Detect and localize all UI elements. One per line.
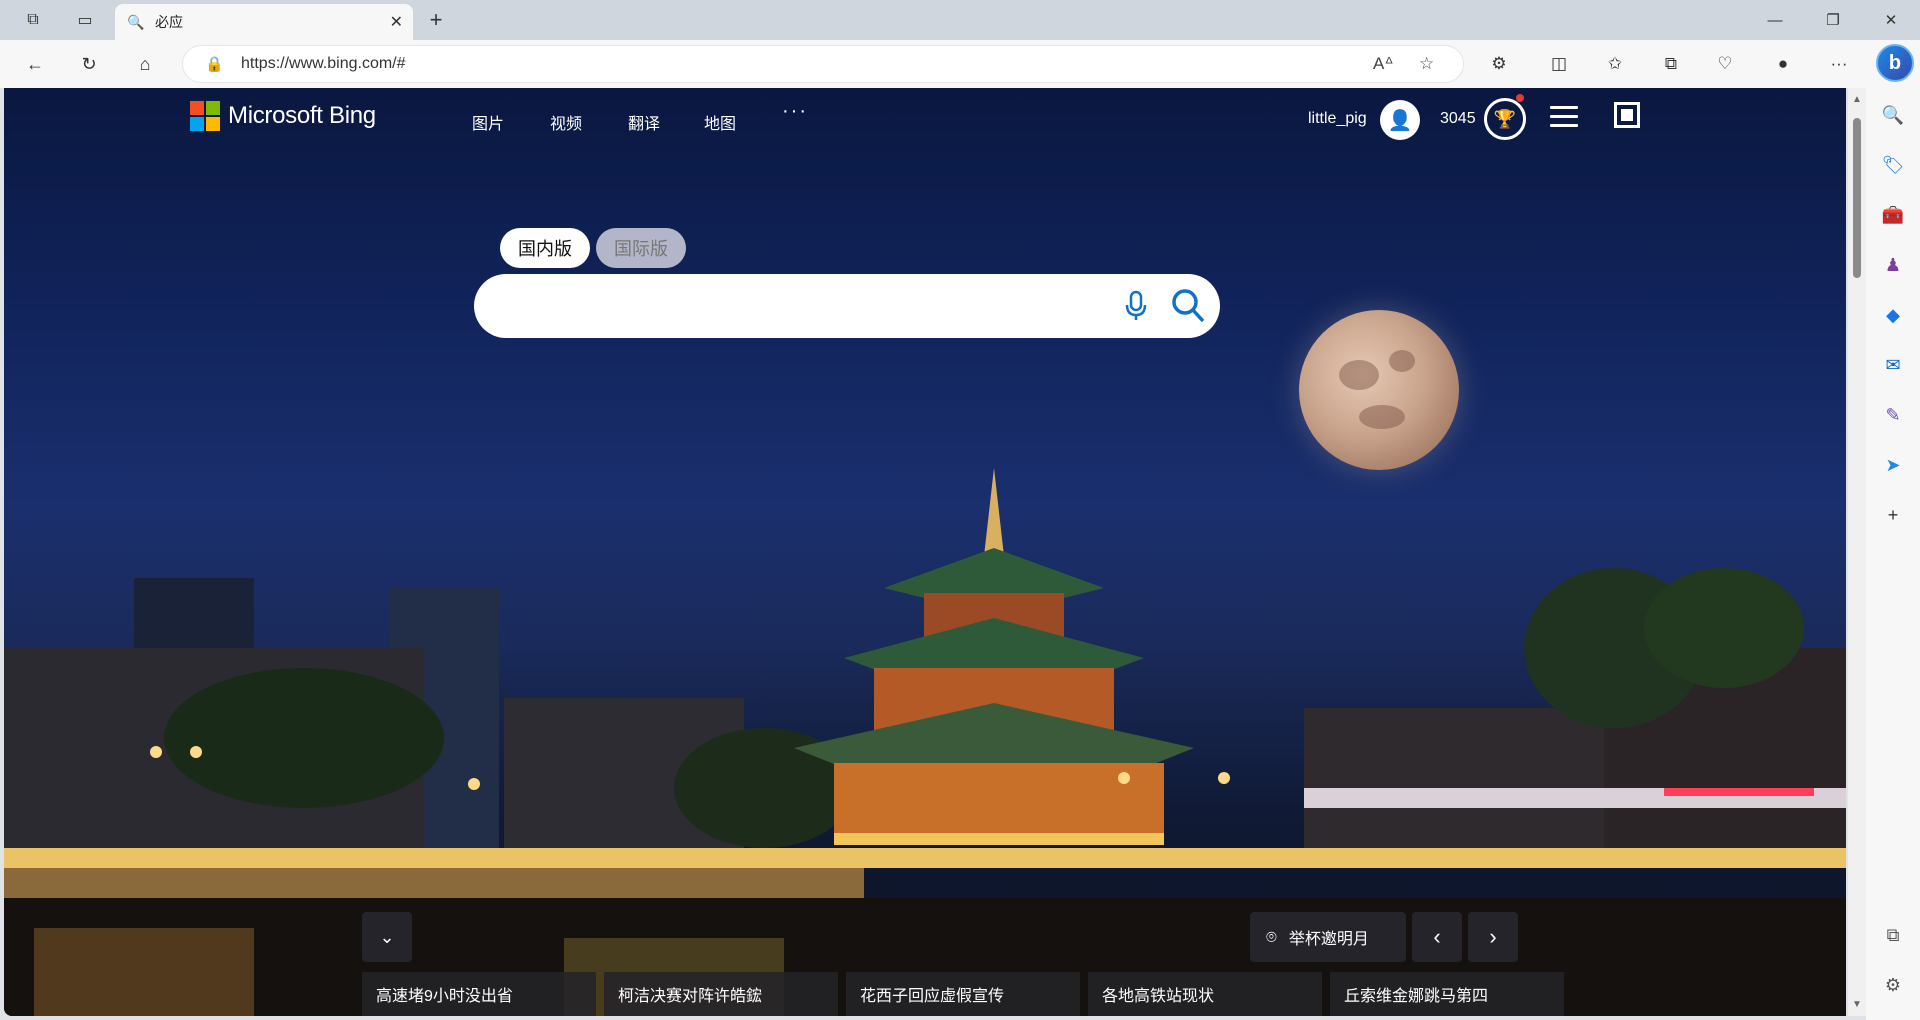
close-tab-icon[interactable]: ✕ [390,12,403,32]
search-icon[interactable] [1170,286,1206,326]
search-box[interactable] [474,274,1220,338]
news-item[interactable]: 高速堵9小时没出省 [362,972,596,1016]
nav-maps[interactable]: 地图 [704,110,736,134]
new-tab-button[interactable]: + [422,6,450,34]
location-pin-icon: ⌾ [1266,926,1277,947]
edge-sidebar: 🔍 🏷 🧰 ♟ ◆ ✉ ✎ ➤ + ⧉ ⚙ [1866,88,1920,1020]
previous-image-button[interactable]: ‹ [1412,912,1462,962]
hide-sidebar-icon[interactable]: ⧉ [1880,922,1906,948]
microphone-icon[interactable] [1124,290,1148,322]
full-moon [1299,310,1459,470]
copilot-icon[interactable]: b [1876,44,1914,82]
nav-images[interactable]: 图片 [472,110,504,134]
scroll-up-icon[interactable]: ▲ [1852,94,1862,105]
read-aloud-icon[interactable]: Aᐞ [1373,54,1394,74]
bing-search-icon: 🔍 [127,14,145,30]
refresh-icon[interactable]: ↻ [72,48,106,80]
workspaces-icon[interactable]: ⧉ [18,6,48,34]
split-screen-icon[interactable]: ◫ [1544,49,1574,79]
tab-bar: ⧉ ▭ 🔍 必应 ✕ + — ❐ ✕ [0,0,1920,40]
hamburger-menu-icon[interactable] [1550,106,1578,130]
version-tabs: 国内版 国际版 [500,228,692,268]
search-input[interactable] [498,288,1098,324]
username[interactable]: little_pig [1308,110,1367,128]
back-arrow-icon[interactable]: ← [18,48,52,80]
favorites-icon[interactable]: ✩ [1600,49,1630,79]
tools-briefcase-icon[interactable]: 🧰 [1880,202,1906,228]
shopping-tag-icon[interactable]: 🏷 [1880,152,1906,178]
close-window-button[interactable]: ✕ [1862,0,1920,40]
image-info-chip[interactable]: ⌾ 举杯邀明月 [1250,912,1406,962]
navigation-bar: ← ↻ ⌂ 🔒 https://www.bing.com/# Aᐞ ☆ ⚙ ◫ … [0,40,1920,88]
tab-title: 必应 [155,14,183,30]
scroll-down-icon[interactable]: ▼ [1852,999,1862,1010]
rewards-trophy-icon[interactable]: 🏆 [1484,98,1526,140]
nav-more-icon[interactable]: ··· [782,100,808,123]
restore-button[interactable]: ❐ [1804,0,1862,40]
microsoft-bing-logo[interactable]: Microsoft Bing [190,101,376,131]
extensions-icon[interactable]: ⚙ [1484,49,1514,79]
collections-icon[interactable]: ⧉ [1656,49,1686,79]
tab-actions-icon[interactable]: ▭ [70,6,100,34]
lock-icon[interactable]: 🔒 [205,55,224,73]
designer-icon[interactable]: ✎ [1880,402,1906,428]
tab-international[interactable]: 国际版 [596,228,686,268]
nav-videos[interactable]: 视频 [550,110,582,134]
news-item[interactable]: 丘索维金娜跳马第四 [1330,972,1564,1016]
nav-translate[interactable]: 翻译 [628,110,660,134]
microsoft-logo-icon [190,101,220,131]
minimize-button[interactable]: — [1746,0,1804,40]
favorite-star-icon[interactable]: ☆ [1419,54,1434,74]
outlook-icon[interactable]: ✉ [1880,352,1906,378]
scroll-thumb[interactable] [1853,118,1861,278]
rewards-points[interactable]: 3045 [1440,110,1476,128]
browser-essentials-icon[interactable]: ♡ [1710,49,1740,79]
tab-bing[interactable]: 🔍 必应 ✕ [115,4,413,40]
home-icon[interactable]: ⌂ [128,48,162,80]
user-avatar-icon[interactable]: 👤 [1380,100,1420,140]
page-scrollbar[interactable]: ▲ ▼ [1848,88,1866,1016]
search-icon[interactable]: 🔍 [1880,102,1906,128]
settings-gear-icon[interactable]: ⚙ [1880,972,1906,998]
collapse-news-chevron-icon[interactable]: ⌄ [362,912,412,962]
address-bar[interactable]: 🔒 https://www.bing.com/# Aᐞ ☆ [182,45,1464,83]
bing-homepage: Microsoft Bing 图片 视频 翻译 地图 ··· little_pi… [4,88,1846,1016]
send-icon[interactable]: ➤ [1880,452,1906,478]
notification-dot [1516,94,1524,102]
image-title: 举杯邀明月 [1288,931,1369,948]
more-options-icon[interactable]: ··· [1824,49,1854,79]
bing-header: Microsoft Bing 图片 视频 翻译 地图 ··· little_pi… [4,88,1846,152]
news-row: 高速堵9小时没出省 柯洁决赛对阵许皓鋐 花西子回应虚假宣传 各地高铁站现状 丘索… [362,972,1762,1016]
games-icon[interactable]: ♟ [1880,252,1906,278]
qr-code-icon[interactable] [1614,102,1640,128]
profile-avatar-icon[interactable]: ● [1768,49,1798,79]
city-night-scene [4,468,1846,1016]
news-item[interactable]: 柯洁决赛对阵许皓鋐 [604,972,838,1016]
add-icon[interactable]: + [1880,502,1906,528]
news-item[interactable]: 花西子回应虚假宣传 [846,972,1080,1016]
address-url: https://www.bing.com/# [241,55,406,72]
brand-name: Microsoft Bing [228,102,376,129]
news-item[interactable]: 各地高铁站现状 [1088,972,1322,1016]
microsoft-365-icon[interactable]: ◆ [1880,302,1906,328]
next-image-button[interactable]: › [1468,912,1518,962]
tab-domestic[interactable]: 国内版 [500,228,590,268]
